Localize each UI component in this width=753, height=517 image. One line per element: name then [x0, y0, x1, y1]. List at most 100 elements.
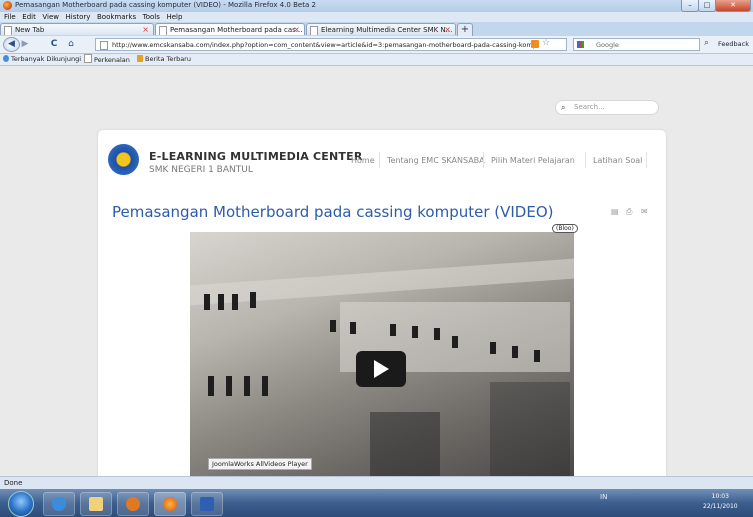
- menu-tools[interactable]: Tools: [143, 13, 160, 21]
- nav-divider: [379, 152, 380, 168]
- casing-slot: [232, 294, 238, 310]
- search-engine-label: Google: [596, 41, 619, 49]
- feedback-button[interactable]: Feedback: [718, 40, 749, 48]
- casing-slot: [226, 376, 232, 396]
- casing-slot: [534, 350, 540, 362]
- menu-view[interactable]: View: [42, 13, 59, 21]
- site-search-input[interactable]: ⌕ Search...: [555, 100, 659, 115]
- forward-button[interactable]: ▶: [20, 38, 30, 51]
- google-icon: [577, 41, 584, 48]
- home-button[interactable]: ⌂: [65, 38, 77, 51]
- rss-feed-icon[interactable]: [531, 40, 539, 48]
- bookmark-icon: [3, 55, 9, 62]
- tab-label: New Tab: [15, 26, 45, 34]
- bookmark-star-icon[interactable]: ☆: [542, 38, 550, 48]
- page-icon: [159, 26, 167, 35]
- page-icon: [4, 26, 12, 35]
- nav-latihan[interactable]: Latihan Soal: [593, 156, 642, 165]
- nav-materi[interactable]: Pilih Materi Pelajaran: [491, 156, 575, 165]
- nav-divider: [646, 152, 647, 168]
- taskbar-media[interactable]: [117, 492, 149, 516]
- menu-bookmarks[interactable]: Bookmarks: [97, 13, 136, 21]
- bookmark-perkenalan[interactable]: Perkenalan: [84, 54, 130, 66]
- clock[interactable]: 10:03 22/11/2010: [703, 492, 738, 512]
- tab-new-tab[interactable]: New Tab ×: [0, 23, 154, 35]
- menu-bar: File Edit View History Bookmarks Tools H…: [0, 12, 753, 22]
- video-player[interactable]: JoomlaWorks AllVideos Player: [190, 232, 574, 476]
- clock-time: 10:03: [711, 493, 729, 500]
- tab-bar: New Tab × Pemasangan Motherboard pada ca…: [0, 22, 753, 36]
- page-icon: [310, 26, 318, 35]
- back-button[interactable]: ◀: [3, 37, 20, 52]
- casing-slot: [452, 336, 458, 348]
- email-icon[interactable]: ✉: [641, 207, 648, 216]
- casing-slot: [250, 292, 256, 308]
- taskbar-explorer[interactable]: [80, 492, 112, 516]
- casing-slot: [490, 342, 496, 354]
- nav-divider: [585, 152, 586, 168]
- menu-help[interactable]: Help: [166, 13, 182, 21]
- casing-slot: [218, 294, 224, 310]
- play-icon: [374, 360, 389, 378]
- menu-edit[interactable]: Edit: [22, 13, 36, 21]
- window-title: Pemasangan Motherboard pada cassing komp…: [15, 1, 316, 9]
- navigation-toolbar: ◀ ▶ C ⌂ http://www.emcskansaba.com/index…: [0, 36, 753, 54]
- status-bar: Done: [0, 476, 753, 489]
- menu-file[interactable]: File: [4, 13, 16, 21]
- tab-elearning[interactable]: Elearning Multimedia Center SMK N... ×: [306, 23, 456, 35]
- system-tray[interactable]: IN: [600, 493, 607, 501]
- tab-close-icon[interactable]: ×: [142, 24, 149, 35]
- bookmark-terbanyak[interactable]: Terbanyak Dikunjungi: [3, 54, 81, 65]
- word-icon: [200, 497, 214, 511]
- school-logo: [108, 144, 139, 175]
- site-name[interactable]: E-LEARNING MULTIMEDIA CENTER: [149, 150, 363, 163]
- ie-icon: [52, 497, 66, 511]
- pdf-icon[interactable]: ▤: [611, 207, 619, 216]
- search-icon[interactable]: ⌕: [704, 38, 709, 48]
- maximize-button[interactable]: □: [698, 0, 716, 12]
- bookmark-berita-terbaru[interactable]: Berita Terbaru: [137, 54, 191, 65]
- new-tab-button[interactable]: +: [457, 23, 473, 36]
- casing-slot: [204, 294, 210, 310]
- tab-close-icon[interactable]: ×: [444, 24, 451, 35]
- minimize-button[interactable]: –: [681, 0, 699, 12]
- firefox-icon: [163, 497, 177, 511]
- casing-mesh: [490, 382, 570, 476]
- page-icon: [100, 41, 108, 50]
- content-card: E-LEARNING MULTIMEDIA CENTER SMK NEGERI …: [98, 130, 666, 476]
- casing-shadow: [370, 412, 440, 476]
- web-page: ⌕ Search... E-LEARNING MULTIMEDIA CENTER…: [0, 66, 753, 476]
- page-icon: [84, 54, 92, 63]
- video-badge: (Bloo): [552, 224, 578, 233]
- firefox-icon: [3, 1, 12, 10]
- site-search-placeholder: Search...: [574, 103, 605, 111]
- nav-tentang[interactable]: Tentang EMC SKANSABA: [387, 156, 485, 165]
- casing-slot: [512, 346, 518, 358]
- search-engine-input[interactable]: Google: [573, 38, 700, 51]
- tab-pemasangan[interactable]: Pemasangan Motherboard pada cas... ×: [155, 23, 305, 35]
- tab-label: Elearning Multimedia Center SMK N...: [321, 26, 453, 34]
- window-titlebar: Pemasangan Motherboard pada cassing komp…: [0, 0, 753, 12]
- taskbar-word[interactable]: [191, 492, 223, 516]
- url-bar[interactable]: http://www.emcskansaba.com/index.php?opt…: [95, 38, 567, 51]
- bookmarks-toolbar: Terbanyak Dikunjungi Perkenalan Berita T…: [0, 54, 753, 66]
- taskbar-firefox[interactable]: [154, 492, 186, 516]
- casing-slot: [434, 328, 440, 340]
- play-button[interactable]: [356, 351, 406, 387]
- reload-button[interactable]: C: [48, 38, 60, 51]
- casing-slot: [350, 322, 356, 334]
- video-player-label: JoomlaWorks AllVideos Player: [208, 458, 312, 470]
- start-button[interactable]: [8, 491, 34, 517]
- menu-history[interactable]: History: [66, 13, 91, 21]
- casing-slot: [412, 326, 418, 338]
- taskbar-ie[interactable]: [43, 492, 75, 516]
- casing-plate: [190, 258, 574, 306]
- tab-close-icon[interactable]: ×: [293, 24, 300, 35]
- close-window-button[interactable]: ✕: [715, 0, 751, 12]
- tab-label: Pemasangan Motherboard pada cas...: [170, 26, 303, 34]
- rss-icon: [137, 55, 143, 62]
- print-icon[interactable]: ⎙: [626, 207, 632, 217]
- nav-home[interactable]: Home: [351, 156, 375, 165]
- casing-slot: [244, 376, 250, 396]
- folder-icon: [89, 497, 103, 511]
